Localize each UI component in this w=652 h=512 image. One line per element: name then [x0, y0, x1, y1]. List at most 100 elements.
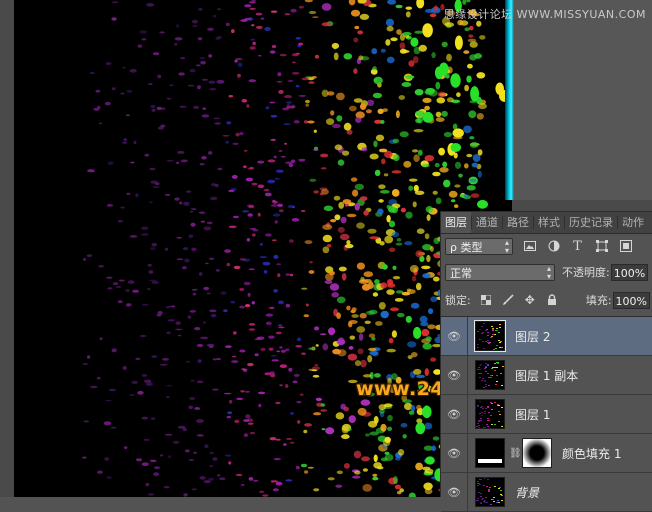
confetti-particle — [270, 114, 278, 118]
confetti-particle — [166, 331, 171, 335]
thumbnail-speckle — [480, 325, 483, 327]
confetti-particle — [469, 41, 478, 48]
confetti-particle — [296, 401, 302, 404]
confetti-particle — [265, 321, 272, 326]
confetti-particle — [141, 233, 149, 236]
confetti-particle — [467, 38, 477, 43]
layer-row-layer-1-copy[interactable]: 👁 图层 1 副本 — [441, 356, 652, 395]
confetti-particle — [412, 149, 419, 153]
blend-mode-dropdown[interactable]: 正常 ▴ ▾ — [445, 263, 555, 281]
confetti-particle — [377, 108, 384, 115]
confetti-particle — [409, 265, 419, 273]
confetti-particle — [255, 25, 263, 29]
confetti-particle — [284, 142, 288, 145]
confetti-particle — [326, 91, 335, 96]
type-filter-icon[interactable]: T — [570, 239, 585, 254]
thumbnail-speckle — [492, 497, 495, 499]
layer-row-layer-1[interactable]: 👁 图层 1 — [441, 395, 652, 434]
shape-filter-icon[interactable] — [594, 239, 609, 254]
image-filter-icon[interactable] — [522, 239, 537, 254]
confetti-particle — [149, 201, 153, 204]
confetti-particle — [152, 186, 160, 189]
confetti-particle — [415, 250, 424, 258]
tab-actions[interactable]: 动作 — [618, 212, 648, 233]
tab-paths[interactable]: 路径 — [503, 212, 533, 233]
confetti-particle — [182, 266, 187, 270]
thumbnail-speckle — [483, 426, 486, 428]
confetti-particle — [251, 301, 255, 305]
confetti-particle — [269, 50, 276, 54]
confetti-particle — [408, 178, 418, 182]
confetti-particle — [192, 292, 197, 296]
layer-row-layer-2[interactable]: 👁 图层 2 — [441, 317, 652, 356]
thumbnail-speckle — [490, 414, 493, 416]
visibility-eye-icon[interactable]: 👁 — [441, 434, 468, 472]
tab-history[interactable]: 历史记录 — [565, 212, 617, 233]
layer-row-background[interactable]: 👁 背景 — [441, 473, 652, 512]
tab-styles[interactable]: 样式 — [534, 212, 564, 233]
thumbnail-speckle — [482, 501, 485, 503]
mask-link-icon[interactable]: ⛓ — [509, 448, 522, 459]
confetti-particle — [348, 0, 356, 6]
confetti-particle — [135, 357, 141, 360]
tab-layers[interactable]: 图层 — [441, 212, 471, 233]
confetti-particle — [339, 233, 350, 241]
confetti-particle — [179, 105, 187, 108]
confetti-particle — [308, 81, 315, 84]
opacity-input[interactable]: 100% — [610, 263, 649, 281]
confetti-particle — [260, 347, 266, 352]
visibility-eye-icon[interactable]: 👁 — [441, 356, 468, 394]
confetti-particle — [290, 104, 296, 109]
lock-transparent-icon[interactable] — [479, 293, 493, 307]
confetti-particle — [190, 208, 197, 211]
confetti-particle — [396, 29, 402, 35]
filter-type-dropdown[interactable]: ρ 类型 ▴ ▾ — [445, 237, 513, 255]
confetti-particle — [272, 488, 279, 492]
confetti-particle — [301, 209, 306, 213]
visibility-eye-icon[interactable]: 👁 — [441, 317, 468, 355]
confetti-particle — [414, 30, 424, 34]
confetti-particle — [433, 276, 440, 282]
lock-move-icon[interactable]: ✥ — [523, 293, 537, 307]
tab-channels[interactable]: 通道 — [472, 212, 502, 233]
confetti-particle — [327, 244, 332, 248]
confetti-particle — [342, 199, 352, 205]
confetti-particle — [458, 173, 463, 178]
confetti-particle — [426, 254, 431, 263]
confetti-particle — [288, 163, 294, 168]
confetti-particle — [393, 476, 398, 484]
confetti-particle — [192, 19, 198, 24]
lock-all-icon[interactable] — [545, 293, 559, 307]
confetti-particle — [141, 303, 149, 306]
thumbnail-speckle — [485, 501, 488, 503]
confetti-particle — [189, 310, 197, 313]
confetti-particle — [279, 364, 288, 368]
confetti-particle — [372, 292, 379, 297]
document-canvas[interactable] — [14, 0, 512, 497]
fill-input[interactable]: 100% — [612, 291, 650, 309]
layer-filter-row: ρ 类型 ▴ ▾ T — [445, 236, 648, 256]
layer-row-color-fill-1[interactable]: 👁 ⛓ 颜色填充 1 — [441, 434, 652, 473]
confetti-particle — [386, 25, 394, 32]
smart-object-filter-icon[interactable] — [618, 239, 633, 254]
confetti-particle — [377, 208, 384, 215]
visibility-eye-icon[interactable]: 👁 — [441, 395, 468, 433]
lock-brush-icon[interactable] — [501, 293, 515, 307]
thumbnail-speckle — [479, 478, 482, 480]
adjustment-filter-icon[interactable] — [546, 239, 561, 254]
visibility-eye-icon[interactable]: 👁 — [441, 473, 468, 511]
thumbnail-speckle — [490, 375, 493, 377]
confetti-particle — [289, 412, 294, 415]
thumbnail-speckle — [497, 487, 500, 489]
confetti-particle — [373, 140, 378, 148]
confetti-particle — [264, 192, 272, 197]
confetti-particle — [422, 97, 432, 103]
confetti-particle — [130, 161, 135, 164]
confetti-particle — [432, 190, 438, 195]
confetti-particle — [411, 352, 418, 358]
blend-mode-value: 正常 — [450, 266, 472, 280]
thumbnail-speckle — [483, 412, 486, 414]
confetti-particle — [305, 103, 309, 107]
layer-mask-thumbnail[interactable] — [522, 438, 552, 468]
confetti-particle — [378, 302, 386, 310]
